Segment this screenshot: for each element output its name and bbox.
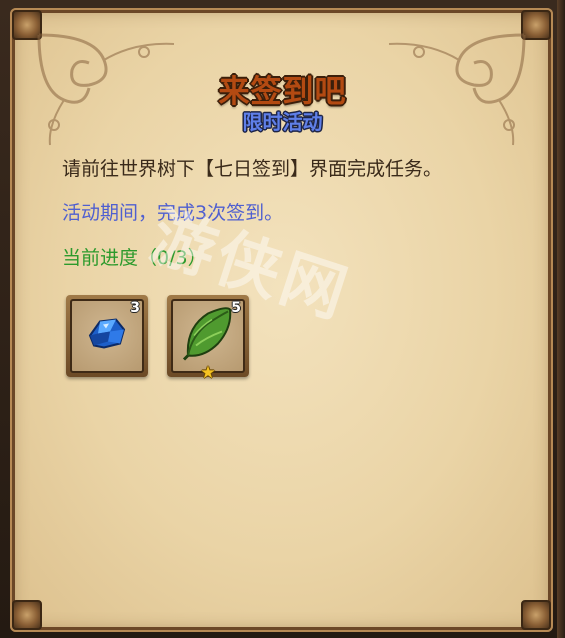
panel-title: 来签到吧 <box>218 74 347 110</box>
reward-slot[interactable]: 3 <box>66 295 148 377</box>
reward-slot-frame: 3 <box>70 299 144 373</box>
blue-crystal-icon <box>86 316 128 357</box>
progress-text: 当前进度（0/3） <box>62 247 207 269</box>
window-frame: 来签到吧 限时活动 请前往世界树下【七日签到】界面完成任务。 活动期间，完成3次… <box>0 0 565 638</box>
event-period-text: 活动期间，完成3次签到。 <box>62 202 284 224</box>
corner-ornament-icon <box>521 600 551 630</box>
reward-count: 3 <box>130 300 140 316</box>
reward-slot-frame: 5 ★ <box>171 299 245 382</box>
panel-subtitle: 限时活动 <box>242 110 323 134</box>
corner-ornament-icon <box>12 600 42 630</box>
reward-slot[interactable]: 5 ★ <box>167 295 249 382</box>
task-description: 请前往世界树下【七日签到】界面完成任务。 <box>62 158 443 180</box>
star-icon: ★ <box>200 363 216 383</box>
green-leaf-icon <box>182 306 234 367</box>
